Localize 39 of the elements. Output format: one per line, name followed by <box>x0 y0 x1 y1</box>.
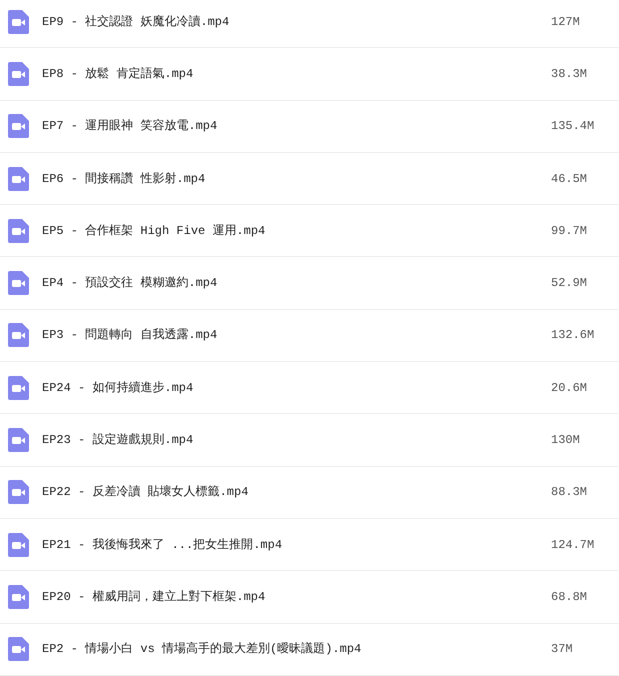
file-name[interactable]: EP6 - 間接稱讚 性影射.mp4 <box>42 170 206 188</box>
file-size: 37M <box>551 641 574 658</box>
video-file-icon <box>8 218 29 243</box>
file-name[interactable]: EP7 - 運用眼神 笑容放電.mp4 <box>42 117 218 136</box>
file-size: 127M <box>551 14 581 31</box>
file-size: 99.7M <box>551 222 588 240</box>
file-name[interactable]: EP20 - 權威用詞，建立上對下框架.mp4 <box>42 588 266 606</box>
file-size: 52.9M <box>551 275 588 292</box>
file-name[interactable]: EP2 - 情場小白 vs 情場高手的最大差別(曖昧議題).mp4 <box>42 640 362 658</box>
file-name[interactable]: EP3 - 問題轉向 自我透露.mp4 <box>42 326 218 344</box>
video-file-icon <box>8 428 29 452</box>
file-size: 46.5M <box>551 170 588 188</box>
file-size: 132.6M <box>551 327 596 344</box>
video-file-icon <box>8 323 29 348</box>
file-name[interactable]: EP5 - 合作框架 High Five 運用.mp4 <box>42 222 266 240</box>
file-name[interactable]: EP8 - 放鬆 肯定語氣.mp4 <box>42 64 194 83</box>
file-name[interactable]: EP9 - 社交認證 妖魔化冷讀.mp4 <box>42 12 230 31</box>
file-name[interactable]: EP21 - 我後悔我來了 ...把女生推開.mp4 <box>42 536 282 554</box>
file-size: 135.4M <box>551 118 596 136</box>
video-file-icon <box>8 637 29 662</box>
file-size: 124.7M <box>551 536 596 554</box>
video-file-icon <box>8 62 29 86</box>
video-file-icon <box>8 271 29 296</box>
video-file-icon <box>8 584 29 609</box>
file-size: 38.3M <box>551 66 588 83</box>
video-file-icon <box>8 114 29 138</box>
file-name[interactable]: EP24 - 如何持續進步.mp4 <box>42 378 194 397</box>
file-name[interactable]: EP4 - 預設交往 模糊邀約.mp4 <box>42 274 218 292</box>
file-size: 130M <box>551 432 581 450</box>
video-file-icon <box>8 10 29 34</box>
video-file-icon <box>8 480 29 504</box>
file-size: 88.3M <box>551 484 588 502</box>
file-name[interactable]: EP22 - 反差冷讀 貼壞女人標籤.mp4 <box>42 483 248 502</box>
file-name[interactable]: EP23 - 設定遊戲規則.mp4 <box>42 431 194 450</box>
file-size: 20.6M <box>551 380 588 397</box>
video-file-icon <box>8 376 29 400</box>
video-file-icon <box>8 166 29 191</box>
video-file-icon <box>8 532 29 557</box>
file-size: 68.8M <box>551 588 588 606</box>
